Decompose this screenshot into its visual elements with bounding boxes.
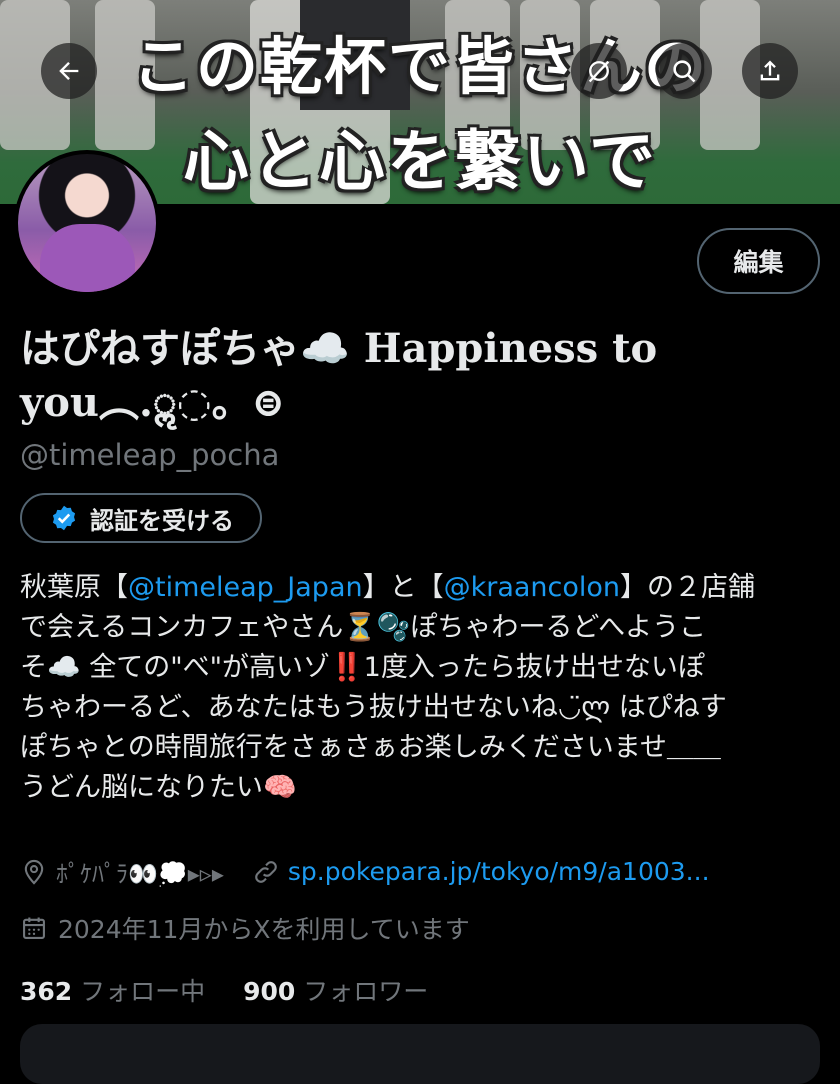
profile-meta-row: ﾎﾟｹﾊﾟﾗ👀💭▸▹▸ sp.pokepara.jp/tokyo/m9/a100… <box>20 854 710 889</box>
bio-text: 】と【 <box>362 572 444 603</box>
bio-text: 】の２店舗 <box>620 572 756 603</box>
avatar[interactable] <box>14 150 160 296</box>
search-icon <box>673 60 696 83</box>
display-name: はぴねすぽちゃ☁️ Happiness to you︵.ॢ◌。⊜ <box>20 322 820 430</box>
bio-line: ちゃわーるど、あなたはもう抜け出せないね◡̈ლ はぴねす <box>20 692 727 723</box>
location-icon <box>24 859 44 885</box>
following-link[interactable]: 362 フォロー中 <box>20 977 205 1006</box>
followers-link[interactable]: 900 フォロワー <box>243 977 428 1006</box>
bottom-card[interactable] <box>20 1024 820 1084</box>
bio-line: ぽちゃとの時間旅行をさぁさぁお楽しみくださいませ＿＿ <box>20 732 721 763</box>
join-date: 2024年11月からXを利用しています <box>20 910 470 946</box>
share-button[interactable] <box>742 43 798 99</box>
get-verified-label: 認証を受ける <box>90 506 234 535</box>
mention-link[interactable]: @kraancolon <box>444 572 620 603</box>
following-label: フォロー中 <box>80 977 206 1006</box>
followers-label: フォロワー <box>303 977 429 1006</box>
following-count: 362 <box>20 977 73 1006</box>
website-link[interactable]: sp.pokepara.jp/tokyo/m9/a1003... <box>288 857 710 886</box>
bio-line: 秋葉原【@timeleap_Japan】と【@kraancolon】の２店舗 <box>20 568 820 608</box>
search-button[interactable] <box>656 43 712 99</box>
grok-button[interactable] <box>571 43 627 99</box>
user-handle: @timeleap_pocha <box>20 438 280 472</box>
calendar-icon <box>23 917 45 939</box>
display-name-line2: you︵.ॢ◌。⊜ <box>20 379 286 426</box>
bio-line: そ☁️ 全ての"べ"が高いゾ‼️1度入ったら抜け出せないぽ <box>20 652 705 683</box>
profile-bio: 秋葉原【@timeleap_Japan】と【@kraancolon】の２店舗 で… <box>20 568 820 808</box>
share-icon <box>760 60 780 81</box>
bio-text: 秋葉原【 <box>20 572 128 603</box>
follow-stats: 362 フォロー中 900 フォロワー <box>20 972 428 1008</box>
grok-icon <box>588 60 610 83</box>
join-date-text: 2024年11月からXを利用しています <box>58 915 470 944</box>
location-text: ﾎﾟｹﾊﾟﾗ👀💭▸▹▸ <box>56 860 224 888</box>
followers-count: 900 <box>243 977 296 1006</box>
edit-profile-button[interactable]: 編集 <box>697 228 820 294</box>
arrow-left-icon <box>59 62 79 80</box>
banner-caption-line1: この乾杯で皆さんの <box>131 30 708 103</box>
bio-line: うどん脳になりたい🧠 <box>20 772 297 803</box>
back-button[interactable] <box>41 43 97 99</box>
display-name-line1: はぴねすぽちゃ☁️ Happiness to <box>20 325 658 372</box>
get-verified-button[interactable]: 認証を受ける <box>20 493 262 543</box>
avatar-image <box>18 154 156 292</box>
mention-link[interactable]: @timeleap_Japan <box>128 572 363 603</box>
verified-badge-icon <box>52 505 76 531</box>
bio-line: で会えるコンカフェやさん⏳🫧ぽちゃわーるどへようこ <box>20 612 707 643</box>
link-icon <box>255 860 277 883</box>
